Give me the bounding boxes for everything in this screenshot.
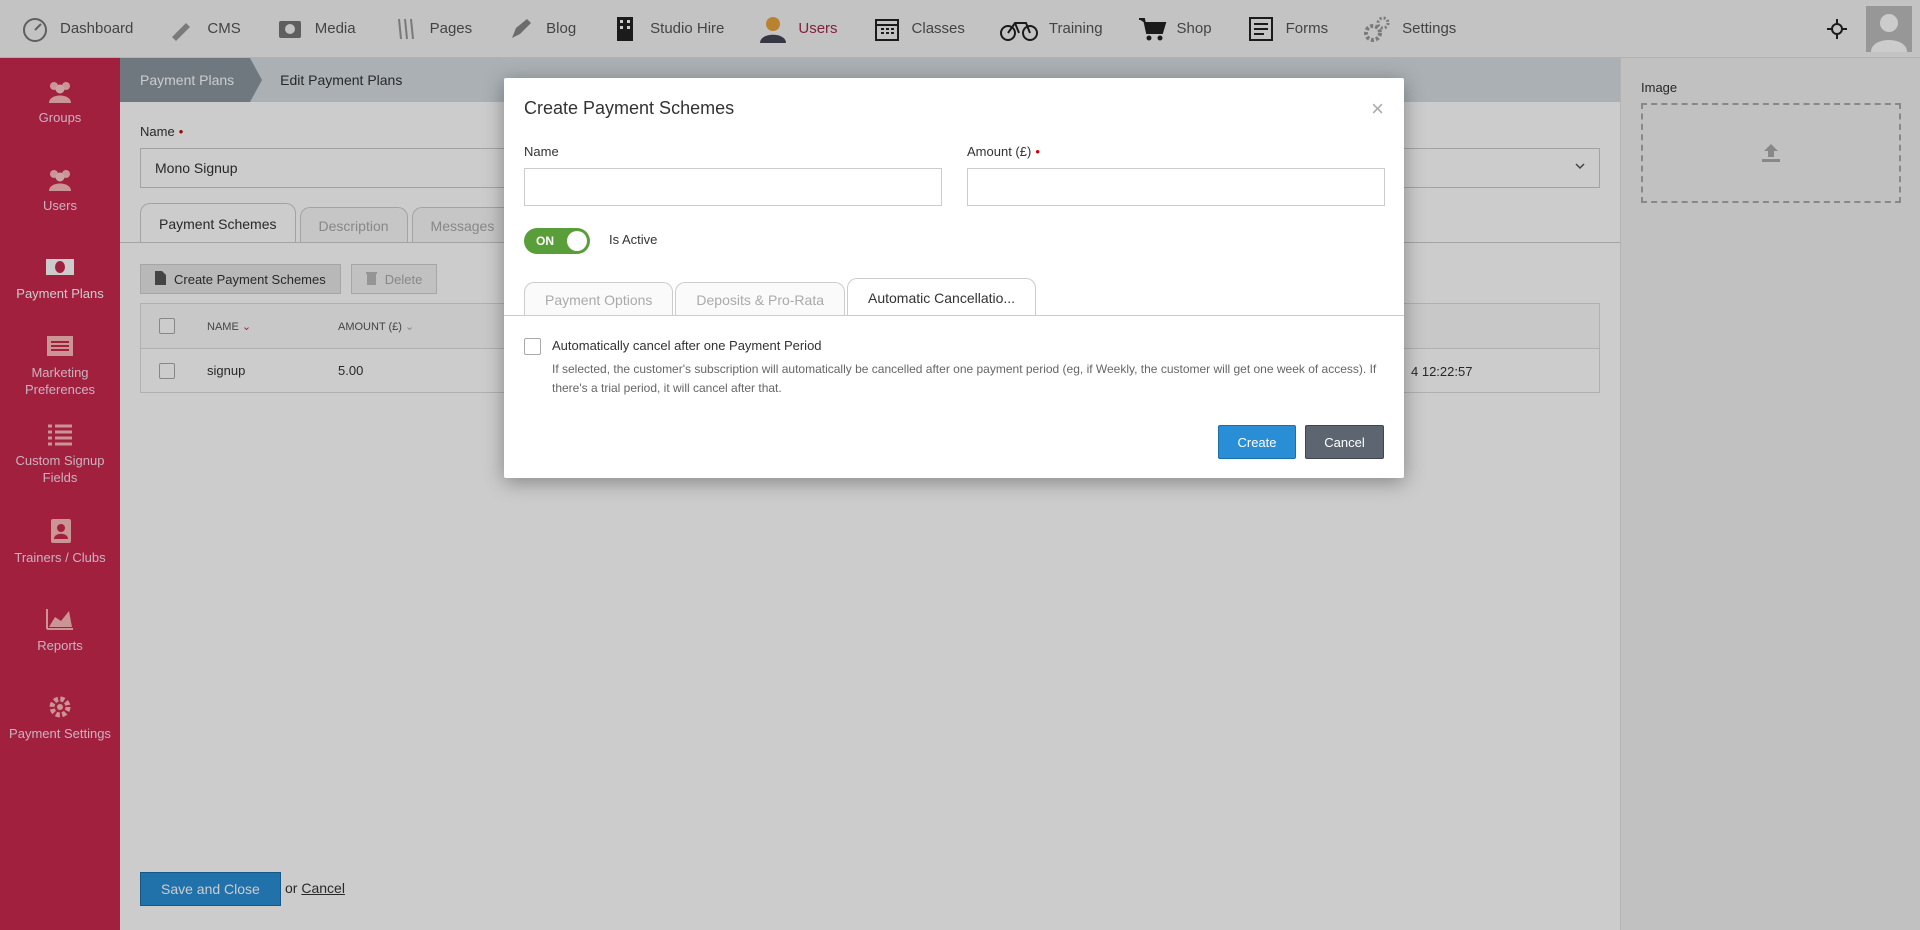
required-indicator: •: [1035, 144, 1040, 159]
auto-cancel-label[interactable]: Automatically cancel after one Payment P…: [552, 338, 822, 353]
tab-payment-options[interactable]: Payment Options: [524, 282, 674, 316]
create-payment-schemes-dialog: Create Payment Schemes × Name Amount (£)…: [504, 78, 1404, 478]
tab-deposits-pro-rata[interactable]: Deposits & Pro-Rata: [675, 282, 845, 316]
cancel-button[interactable]: Cancel: [1305, 425, 1384, 459]
dialog-title: Create Payment Schemes: [524, 98, 735, 118]
tab-automatic-cancellation[interactable]: Automatic Cancellatio...: [847, 278, 1037, 316]
amount-input[interactable]: [967, 168, 1385, 206]
close-icon[interactable]: ×: [1371, 96, 1384, 122]
auto-cancel-checkbox[interactable]: [524, 338, 541, 355]
amount-label-text: Amount (£): [967, 144, 1032, 159]
create-button[interactable]: Create: [1218, 425, 1296, 459]
is-active-toggle[interactable]: ON: [524, 228, 590, 254]
scheme-name-input[interactable]: [524, 168, 942, 206]
toggle-state-text: ON: [536, 234, 554, 248]
dialog-tab-bar: Payment Options Deposits & Pro-Rata Auto…: [524, 278, 1038, 316]
toggle-knob: [567, 231, 587, 251]
is-active-label: Is Active: [609, 232, 658, 247]
dialog-tabs-divider: [504, 315, 1404, 316]
name-label: Name: [524, 144, 559, 159]
auto-cancel-help-text: If selected, the customer's subscription…: [552, 362, 1377, 395]
amount-label: Amount (£) •: [967, 144, 1040, 159]
